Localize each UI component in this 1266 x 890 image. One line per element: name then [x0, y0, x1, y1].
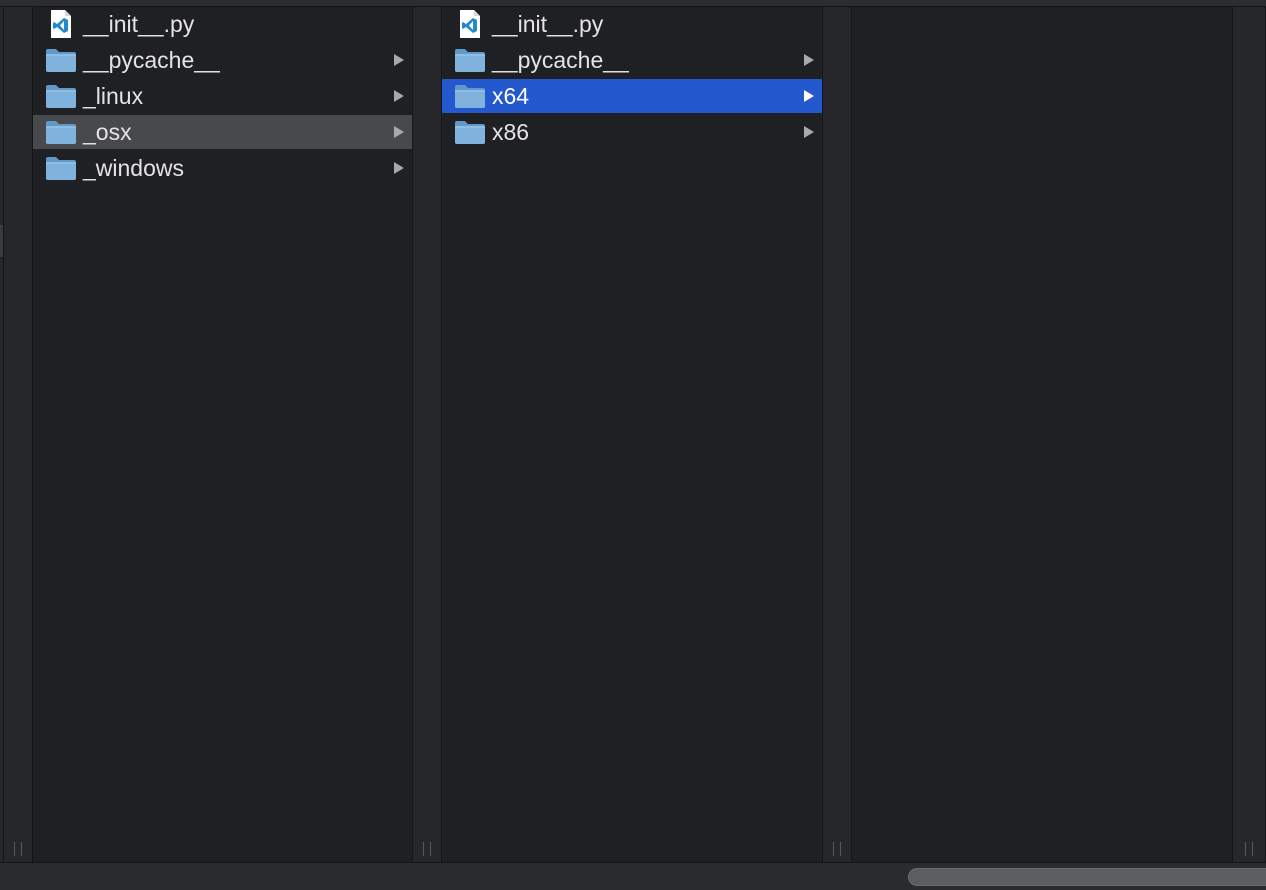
- chevron-right-icon: [800, 43, 818, 77]
- list-item[interactable]: x86: [442, 115, 822, 149]
- column-2-resize-grip[interactable]: [833, 842, 841, 856]
- finder-column-browser: __init__.py __pycache__ _linux _osx _windows…: [0, 0, 1266, 890]
- list-item[interactable]: __pycache__: [33, 43, 412, 77]
- list-item[interactable]: __pycache__: [442, 43, 822, 77]
- list-item[interactable]: _osx: [33, 115, 412, 149]
- list-item-label: x86: [492, 119, 530, 145]
- folder-icon: [454, 79, 486, 113]
- list-item-label: __init__.py: [492, 11, 604, 37]
- column-1-resize-gutter[interactable]: [412, 7, 442, 862]
- list-item-label: _windows: [83, 155, 184, 181]
- vscode-python-file-icon: [454, 7, 486, 41]
- window-top-border: [0, 0, 1266, 7]
- column-3-resize-gutter[interactable]: [1232, 7, 1266, 862]
- list-item-label: __pycache__: [83, 47, 220, 73]
- list-item[interactable]: __init__.py: [33, 7, 412, 41]
- folder-icon: [454, 115, 486, 149]
- column-2[interactable]: __init__.py __pycache__ x64 x86: [442, 7, 822, 862]
- list-item-label: _osx: [83, 119, 132, 145]
- list-item[interactable]: _windows: [33, 151, 412, 185]
- chevron-right-icon: [800, 79, 818, 113]
- folder-icon: [45, 151, 77, 185]
- folder-icon: [454, 43, 486, 77]
- list-item[interactable]: __init__.py: [442, 7, 822, 41]
- column-1-resize-grip[interactable]: [423, 842, 431, 856]
- horizontal-scrollbar-thumb[interactable]: [908, 868, 1266, 886]
- column-2-resize-gutter[interactable]: [822, 7, 852, 862]
- chevron-right-icon: [390, 43, 408, 77]
- list-item-label: _linux: [83, 83, 144, 109]
- folder-icon: [45, 79, 77, 113]
- list-item-label: __pycache__: [492, 47, 629, 73]
- chevron-right-icon: [800, 115, 818, 149]
- list-item-label: __init__.py: [83, 11, 195, 37]
- folder-icon: [45, 115, 77, 149]
- column-0-resize-gutter[interactable]: [3, 7, 33, 862]
- chevron-right-icon: [390, 151, 408, 185]
- chevron-right-icon: [390, 115, 408, 149]
- list-item[interactable]: x64: [442, 79, 822, 113]
- chevron-right-icon: [390, 79, 408, 113]
- folder-icon: [45, 43, 77, 77]
- column-3-resize-grip[interactable]: [1245, 842, 1253, 856]
- vscode-python-file-icon: [45, 7, 77, 41]
- column-0-resize-grip[interactable]: [14, 842, 22, 856]
- column-1[interactable]: __init__.py __pycache__ _linux _osx _windows: [33, 7, 412, 862]
- list-item-label: x64: [492, 83, 530, 109]
- list-item[interactable]: _linux: [33, 79, 412, 113]
- column-3[interactable]: [852, 7, 1232, 862]
